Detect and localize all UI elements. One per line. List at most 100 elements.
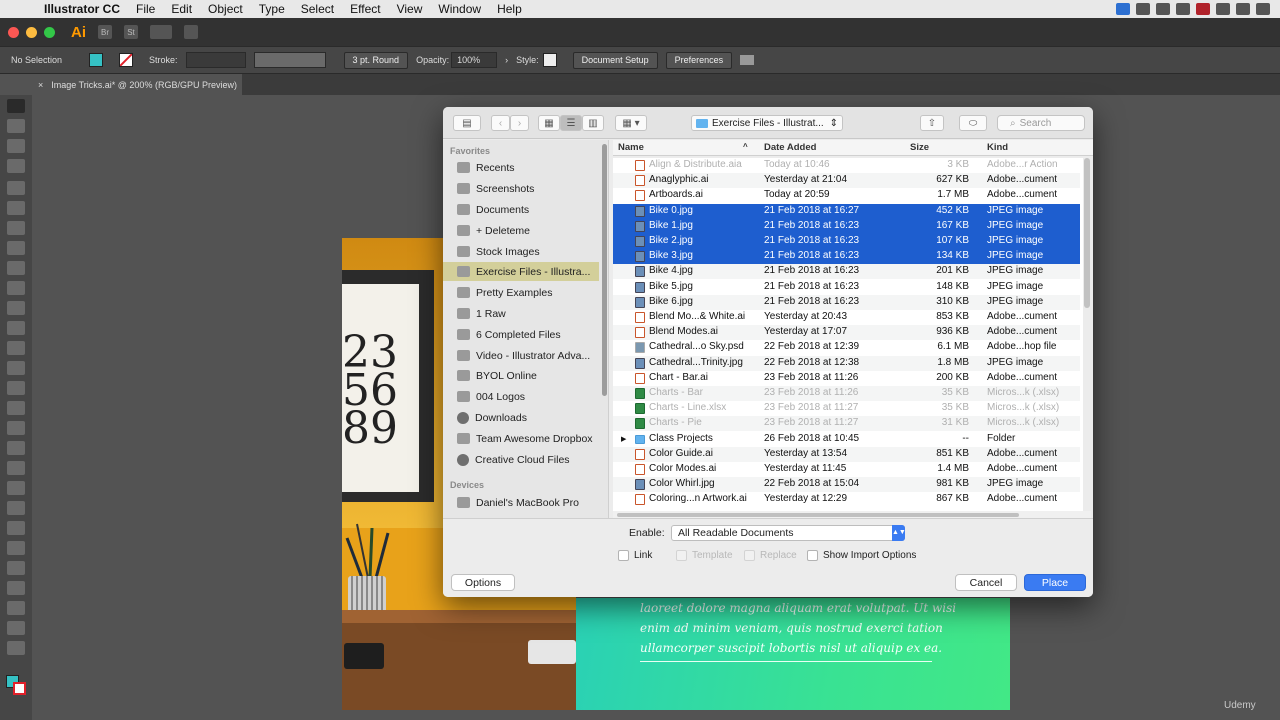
stock-icon[interactable]: St (124, 25, 138, 39)
zoom-tool-icon[interactable] (7, 641, 25, 655)
menu-app-name[interactable]: Illustrator CC (36, 2, 128, 16)
search-field[interactable]: ⌕ Search (997, 115, 1085, 131)
type-tool-icon[interactable] (7, 221, 25, 235)
artboard-tool-icon[interactable] (7, 581, 25, 595)
rectangle-tool-icon[interactable] (7, 261, 25, 275)
file-row[interactable]: Cathedral...o Sky.psd 22 Feb 2018 at 12:3… (613, 340, 1080, 355)
opacity-field[interactable]: 100% (451, 52, 498, 68)
column-name-header[interactable]: Name (618, 142, 644, 153)
list-view-icon[interactable]: ☰ (560, 115, 582, 131)
group-by-icon[interactable]: ▦ ▾ (615, 115, 647, 131)
checkbox-box[interactable] (807, 550, 818, 561)
time-machine-icon[interactable] (1216, 3, 1230, 15)
brush-definition-dropdown[interactable]: 3 pt. Round (343, 51, 409, 69)
file-list-horizontal-scrollbar[interactable] (613, 511, 1091, 518)
file-list-scrollbar[interactable] (1084, 158, 1090, 308)
column-view-icon[interactable]: ▥ (582, 115, 604, 131)
shape-builder-tool-icon[interactable] (7, 421, 25, 435)
mesh-tool-icon[interactable] (7, 461, 25, 475)
lorem-ipsum-text[interactable]: laoreet dolore magna aliquam erat volutp… (640, 598, 956, 658)
line-tool-icon[interactable] (7, 241, 25, 255)
sidebar-item-documents[interactable]: Documents (443, 200, 599, 219)
list-menu-icon[interactable] (1256, 3, 1270, 15)
close-tab-icon[interactable]: × (38, 80, 43, 90)
symbol-sprayer-tool-icon[interactable] (7, 541, 25, 555)
graph-tool-icon[interactable] (7, 561, 25, 575)
enable-filter-select[interactable]: All Readable Documents ▲▼ (671, 525, 906, 541)
perspective-grid-tool-icon[interactable] (7, 441, 25, 455)
file-row[interactable]: Bike 1.jpg 21 Feb 2018 at 16:23 167 KB JPEG… (613, 218, 1080, 234)
file-row[interactable]: Blend Modes.ai Yesterday at 17:07 936 KB Ad… (613, 325, 1080, 341)
selection-tool-icon[interactable] (7, 99, 25, 113)
sidebar-item-byol-online[interactable]: BYOL Online (443, 366, 599, 385)
sidebar-toggle-icon[interactable]: ▤ (453, 115, 481, 131)
menu-file[interactable]: File (128, 2, 163, 16)
arrange-documents-icon[interactable] (150, 25, 172, 39)
disclosure-triangle-icon[interactable]: ▶ (621, 435, 626, 443)
stroke-weight-field[interactable] (185, 52, 246, 68)
file-row[interactable]: Bike 5.jpg 21 Feb 2018 at 16:23 148 KB JPEG… (613, 280, 1080, 295)
menu-select[interactable]: Select (293, 2, 342, 16)
close-window-icon[interactable] (8, 26, 19, 38)
forward-icon[interactable]: › (510, 115, 529, 131)
app-status-icon[interactable] (1196, 3, 1210, 15)
sidebar-item-6-completed-files[interactable]: 6 Completed Files (443, 325, 599, 344)
file-row[interactable]: Cathedral...Trinity.jpg 22 Feb 2018 at 12… (613, 355, 1080, 371)
preferences-button[interactable]: Preferences (665, 51, 733, 69)
horizontal-scroll-thumb[interactable] (617, 513, 1019, 517)
column-date-header[interactable]: Date Added (764, 142, 816, 153)
share-icon[interactable]: ⇧ (920, 115, 944, 131)
link-checkbox[interactable]: Link (618, 550, 652, 561)
menu-object[interactable]: Object (200, 2, 251, 16)
paintbrush-tool-icon[interactable] (7, 281, 25, 295)
warp-tool-icon[interactable] (7, 381, 25, 395)
location-popup[interactable]: Exercise Files - Illustrat... ⇕ (691, 115, 843, 131)
screen-record-icon[interactable] (1156, 3, 1170, 15)
file-row[interactable]: Color Whirl.jpg 22 Feb 2018 at 15:04 981 K… (613, 477, 1080, 493)
hand-tool-icon[interactable] (7, 621, 25, 635)
curvature-tool-icon[interactable] (7, 201, 25, 215)
free-transform-tool-icon[interactable] (7, 401, 25, 415)
lasso-tool-icon[interactable] (7, 159, 25, 173)
column-size-header[interactable]: Size (910, 142, 929, 153)
icon-view-icon[interactable]: ▦ (538, 115, 560, 131)
file-row[interactable]: Bike 2.jpg 21 Feb 2018 at 16:23 107 KB JPEG… (613, 234, 1080, 249)
file-row[interactable]: Color Guide.ai Yesterday at 13:54 851 KB Ad… (613, 446, 1080, 462)
minimize-window-icon[interactable] (26, 26, 37, 38)
gradient-tool-icon[interactable] (7, 481, 25, 495)
sidebar-item-pretty-examples[interactable]: Pretty Examples (443, 283, 599, 302)
file-row[interactable]: Bike 0.jpg 21 Feb 2018 at 16:27 452 KB JPEG… (613, 203, 1080, 219)
document-tab[interactable]: × Image Tricks.ai* @ 200% (RGB/GPU Previ… (32, 74, 242, 95)
sidebar-item-creative-cloud-files[interactable]: Creative Cloud Files (443, 450, 599, 469)
sidebar-item-exercise-files[interactable]: Exercise Files - Illustra... (443, 262, 599, 281)
file-row[interactable]: Anaglyphic.ai Yesterday at 21:04 627 KB Ado… (613, 173, 1080, 189)
cloud-icon[interactable] (1176, 3, 1190, 15)
options-button[interactable]: Options (451, 574, 515, 591)
menu-window[interactable]: Window (430, 2, 489, 16)
scale-tool-icon[interactable] (7, 361, 25, 375)
file-row[interactable]: Chart - Bar.ai 23 Feb 2018 at 11:26 200 KB… (613, 371, 1080, 386)
checkbox-box[interactable] (618, 550, 629, 561)
pen-tool-icon[interactable] (7, 181, 25, 195)
sidebar-item-video-illustrator[interactable]: Video - Illustrator Adva... (443, 346, 599, 365)
sidebar-item-1-raw[interactable]: 1 Raw (443, 304, 599, 323)
slice-tool-icon[interactable] (7, 601, 25, 615)
arrange-panel-icon[interactable] (740, 55, 755, 65)
file-row[interactable]: ▶ Class Projects 26 Feb 2018 at 10:45 -- Fol… (613, 432, 1080, 447)
bridge-icon[interactable]: Br (98, 25, 112, 39)
artwork-gradient-panel[interactable]: laoreet dolore magna aliquam erat volutp… (576, 598, 1010, 710)
gpu-rocket-icon[interactable] (184, 25, 198, 39)
graphic-style-swatch[interactable] (542, 53, 557, 67)
sidebar-item-004-logos[interactable]: 004 Logos (443, 387, 599, 406)
menu-effect[interactable]: Effect (342, 2, 388, 16)
cancel-button[interactable]: Cancel (955, 574, 1017, 591)
back-icon[interactable]: ‹ (491, 115, 510, 131)
blend-tool-icon[interactable] (7, 521, 25, 535)
sidebar-item-macbook-pro[interactable]: Daniel's MacBook Pro (443, 493, 599, 512)
file-row[interactable]: Bike 6.jpg 21 Feb 2018 at 16:23 310 KB JPEG… (613, 294, 1080, 310)
sidebar-scrollbar[interactable] (602, 144, 607, 396)
opacity-arrow-icon[interactable]: › (505, 55, 508, 65)
sidebar-item-deleteme[interactable]: + Deleteme (443, 221, 599, 240)
document-setup-button[interactable]: Document Setup (572, 51, 658, 69)
sidebar-item-recents[interactable]: Recents (443, 158, 599, 177)
